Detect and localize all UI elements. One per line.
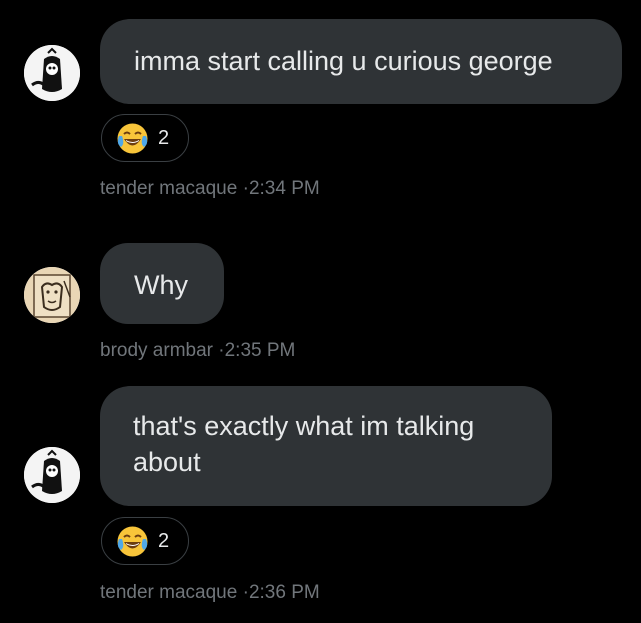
sender-name[interactable]: tender macaque xyxy=(100,582,237,603)
message-bubble[interactable]: Why xyxy=(100,243,224,324)
message-text: imma start calling u curious george xyxy=(134,46,553,76)
avatar-image xyxy=(24,45,80,101)
message-text-line: that's exactly what im talking xyxy=(133,411,475,441)
crying-laughing-emoji-icon xyxy=(117,123,148,153)
reaction-pill[interactable]: 2 xyxy=(101,517,189,565)
reaction-count: 2 xyxy=(158,126,170,149)
avatar-tender-macaque[interactable] xyxy=(24,447,80,503)
message-text-line: about xyxy=(133,447,201,477)
avatar-tender-macaque[interactable] xyxy=(24,45,80,101)
reaction-pill[interactable]: 2 xyxy=(101,114,189,162)
message-meta: tender macaque ·2:34 PM xyxy=(100,178,320,200)
message-bubble[interactable]: that's exactly what im talking about xyxy=(100,386,552,506)
sender-name[interactable]: tender macaque xyxy=(100,178,237,199)
message-meta: tender macaque ·2:36 PM xyxy=(100,582,320,604)
avatar-image xyxy=(24,447,80,503)
avatar-brody-armbar[interactable] xyxy=(24,267,80,323)
message-bubble[interactable]: imma start calling u curious george xyxy=(100,19,622,104)
crying-laughing-emoji-icon xyxy=(117,526,148,556)
timestamp: 2:35 PM xyxy=(224,340,296,361)
reaction-count: 2 xyxy=(158,529,170,552)
sender-name[interactable]: brody armbar xyxy=(100,340,213,361)
message-meta: brody armbar ·2:35 PM xyxy=(100,340,295,362)
timestamp: 2:34 PM xyxy=(248,178,320,199)
message-text: Why xyxy=(134,270,188,300)
avatar-image xyxy=(24,267,80,323)
timestamp: 2:36 PM xyxy=(248,582,320,603)
